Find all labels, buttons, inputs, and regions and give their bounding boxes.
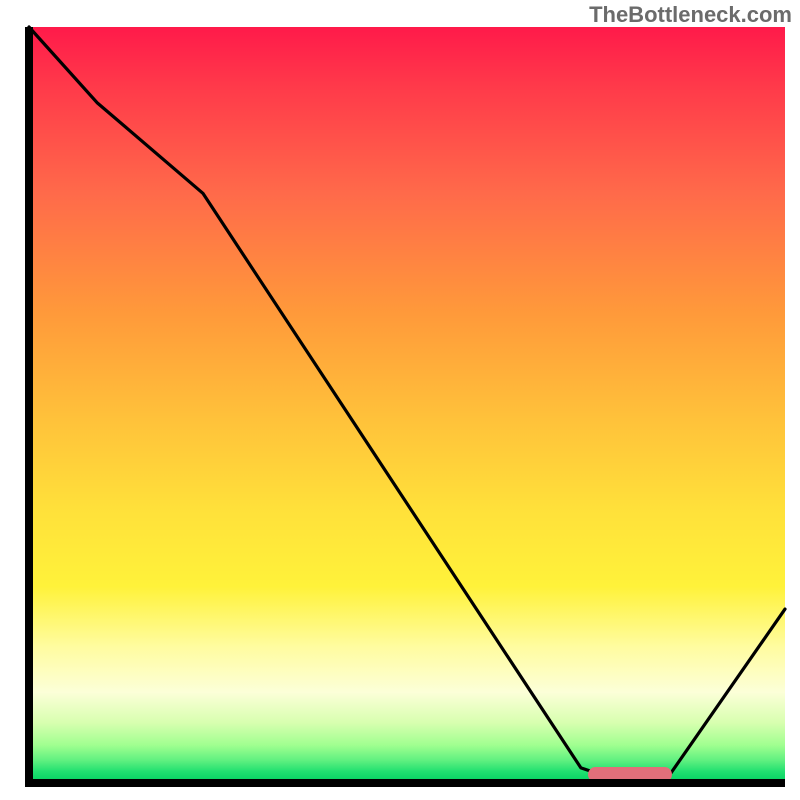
- plot-area: [29, 27, 785, 783]
- bottleneck-curve: [29, 27, 785, 783]
- watermark-text: TheBottleneck.com: [589, 2, 792, 28]
- optimal-range-marker: [588, 767, 671, 782]
- curve-layer: [29, 27, 785, 783]
- chart-container: TheBottleneck.com: [0, 0, 800, 800]
